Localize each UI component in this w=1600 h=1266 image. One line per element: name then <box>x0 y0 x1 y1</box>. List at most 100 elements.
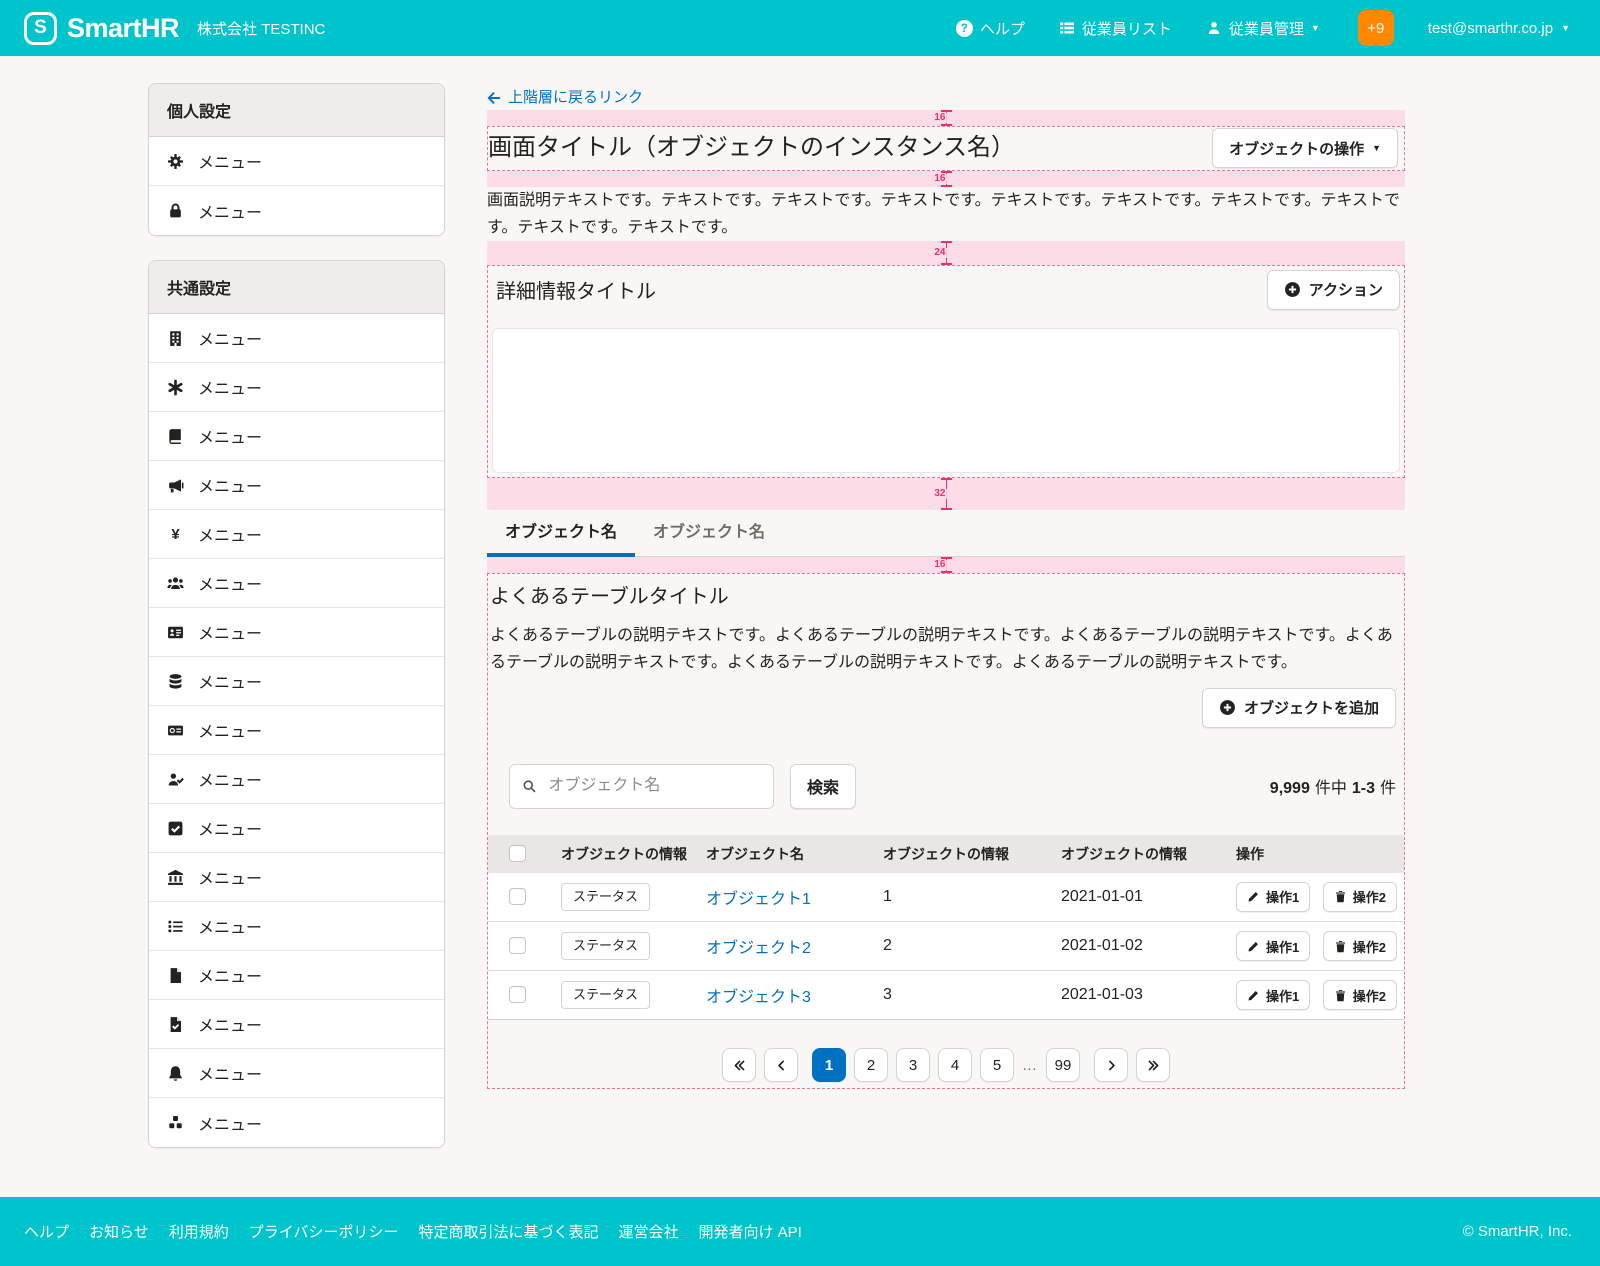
detail-section-title: 詳細情報タイトル <box>492 275 656 304</box>
last-page-button[interactable] <box>1136 1048 1170 1082</box>
page-button-last-number[interactable]: 99 <box>1046 1048 1080 1082</box>
building-icon <box>167 330 184 347</box>
sidebar-item-menu[interactable]: メニュー <box>149 804 444 853</box>
sidebar-item-menu[interactable]: メニュー <box>149 1098 444 1147</box>
help-link[interactable]: ? ヘルプ <box>956 18 1025 39</box>
smarthr-logo[interactable]: S SmartHR <box>24 12 179 45</box>
column-header: オブジェクト名 <box>694 835 871 873</box>
delete-button[interactable]: 操作2 <box>1323 980 1397 1010</box>
search-button[interactable]: 検索 <box>790 764 856 809</box>
chevron-right-icon <box>1105 1059 1118 1072</box>
object-info-cell: 1 <box>871 873 1049 922</box>
spacing-band-16: 16 <box>487 110 1405 126</box>
brand-name: SmartHR <box>67 13 179 44</box>
delete-button[interactable]: 操作2 <box>1323 882 1397 912</box>
row-checkbox[interactable] <box>509 937 526 954</box>
plus-circle-icon <box>1219 699 1236 716</box>
result-count: 9,999件中1-3件 <box>1270 774 1396 798</box>
sidebar-group-title: 個人設定 <box>149 84 444 137</box>
footer-nav: ヘルプ お知らせ 利用規約 プライバシーポリシー 特定商取引法に基づく表記 運営… <box>24 1221 802 1242</box>
object-date-cell: 2021-01-02 <box>1049 922 1224 971</box>
account-menu[interactable]: test@smarthr.co.jp ▼ <box>1428 20 1570 37</box>
status-badge: ステータス <box>561 981 650 1009</box>
sidebar-item-menu[interactable]: メニュー <box>149 755 444 804</box>
sidebar: 個人設定 メニュー メニュー 共通設定 メニュー <box>148 83 445 1172</box>
header-nav: ? ヘルプ 従業員リスト 従業員管理 ▼ +9 test@smarthr.co.… <box>956 10 1570 46</box>
search-input[interactable] <box>546 776 761 796</box>
sidebar-item-menu[interactable]: メニュー <box>149 137 444 186</box>
footer-link-developer-api[interactable]: 開発者向け API <box>698 1221 801 1242</box>
footer-link-news[interactable]: お知らせ <box>89 1221 149 1242</box>
sidebar-item-menu[interactable]: メニュー <box>149 412 444 461</box>
first-page-button[interactable] <box>722 1048 756 1082</box>
sidebar-item-menu[interactable]: メニュー <box>149 314 444 363</box>
column-header: オブジェクトの情報 <box>549 835 694 873</box>
page-button[interactable]: 3 <box>896 1048 930 1082</box>
list-icon <box>167 918 184 935</box>
sidebar-item-menu[interactable]: メニュー <box>149 363 444 412</box>
cubes-icon <box>167 1114 184 1131</box>
next-page-button[interactable] <box>1094 1048 1128 1082</box>
main-content: 上階層に戻るリンク 16 画面タイトル（オブジェクトのインスタンス名） オブジェ… <box>487 83 1405 1089</box>
list-table-icon <box>1059 20 1075 36</box>
tab-object-2[interactable]: オブジェクト名 <box>635 510 783 556</box>
sidebar-item-menu[interactable]: メニュー <box>149 461 444 510</box>
sidebar-item-menu[interactable]: メニュー <box>149 559 444 608</box>
search-box[interactable] <box>509 764 774 809</box>
sidebar-item-menu[interactable]: メニュー <box>149 902 444 951</box>
sidebar-item-menu[interactable]: メニュー <box>149 706 444 755</box>
prev-page-button[interactable] <box>764 1048 798 1082</box>
page-title-block: 画面タイトル（オブジェクトのインスタンス名） オブジェクトの操作 ▼ <box>487 126 1405 171</box>
chevrons-right-icon <box>1147 1059 1160 1072</box>
column-header: 操作 <box>1224 835 1404 873</box>
page-button[interactable]: 5 <box>980 1048 1014 1082</box>
tab-bar: オブジェクト名 オブジェクト名 <box>487 510 1405 557</box>
edit-button[interactable]: 操作1 <box>1236 931 1310 961</box>
footer-link-privacy[interactable]: プライバシーポリシー <box>249 1221 399 1242</box>
spacing-band-24: 24 <box>487 241 1405 265</box>
page-button[interactable]: 4 <box>938 1048 972 1082</box>
footer-link-company[interactable]: 運営会社 <box>618 1221 678 1242</box>
money-check-icon <box>167 722 184 739</box>
tab-object-1[interactable]: オブジェクト名 <box>487 510 635 556</box>
app-header: S SmartHR 株式会社 TESTINC ? ヘルプ 従業員リスト 従業員管… <box>0 0 1600 56</box>
column-header: オブジェクトの情報 <box>871 835 1049 873</box>
sidebar-item-menu[interactable]: メニュー <box>149 608 444 657</box>
object-link[interactable]: オブジェクト1 <box>706 891 811 908</box>
object-actions-dropdown-button[interactable]: オブジェクトの操作 ▼ <box>1212 128 1398 168</box>
database-icon <box>167 673 184 690</box>
sidebar-item-menu[interactable]: メニュー <box>149 1049 444 1098</box>
sidebar-item-menu[interactable]: メニュー <box>149 853 444 902</box>
employee-list-link[interactable]: 従業員リスト <box>1059 18 1172 39</box>
notification-badge[interactable]: +9 <box>1358 10 1394 46</box>
footer-link-terms[interactable]: 利用規約 <box>169 1221 229 1242</box>
sidebar-item-menu[interactable]: メニュー <box>149 186 444 235</box>
delete-button[interactable]: 操作2 <box>1323 931 1397 961</box>
select-all-checkbox[interactable] <box>509 845 526 862</box>
add-object-button[interactable]: オブジェクトを追加 <box>1202 688 1396 728</box>
edit-button[interactable]: 操作1 <box>1236 980 1310 1010</box>
back-link[interactable]: 上階層に戻るリンク <box>487 89 643 106</box>
employee-admin-menu[interactable]: 従業員管理 ▼ <box>1206 18 1320 39</box>
footer-link-commercial-law[interactable]: 特定商取引法に基づく表記 <box>418 1221 598 1242</box>
footer-link-help[interactable]: ヘルプ <box>24 1221 69 1242</box>
object-date-cell: 2021-01-03 <box>1049 971 1224 1020</box>
caret-down-icon: ▼ <box>1372 144 1381 153</box>
sidebar-item-menu[interactable]: メニュー <box>149 1000 444 1049</box>
object-link[interactable]: オブジェクト2 <box>706 940 811 957</box>
smarthr-logo-icon: S <box>24 12 57 45</box>
sidebar-item-menu[interactable]: メニュー <box>149 951 444 1000</box>
object-link[interactable]: オブジェクト3 <box>706 989 811 1006</box>
sidebar-item-menu[interactable]: メニュー <box>149 657 444 706</box>
row-checkbox[interactable] <box>509 888 526 905</box>
spacing-band-32: 32 <box>487 478 1405 510</box>
edit-button[interactable]: 操作1 <box>1236 882 1310 912</box>
action-button[interactable]: アクション <box>1267 270 1400 310</box>
object-date-cell: 2021-01-01 <box>1049 873 1224 922</box>
sidebar-item-menu[interactable]: ¥ メニュー <box>149 510 444 559</box>
row-checkbox[interactable] <box>509 986 526 1003</box>
table-row: ステータス オブジェクト3 3 2021-01-03 操作1 操作2 <box>488 971 1404 1020</box>
page-button-current[interactable]: 1 <box>812 1048 846 1082</box>
page-button[interactable]: 2 <box>854 1048 888 1082</box>
pencil-icon <box>1247 890 1260 903</box>
